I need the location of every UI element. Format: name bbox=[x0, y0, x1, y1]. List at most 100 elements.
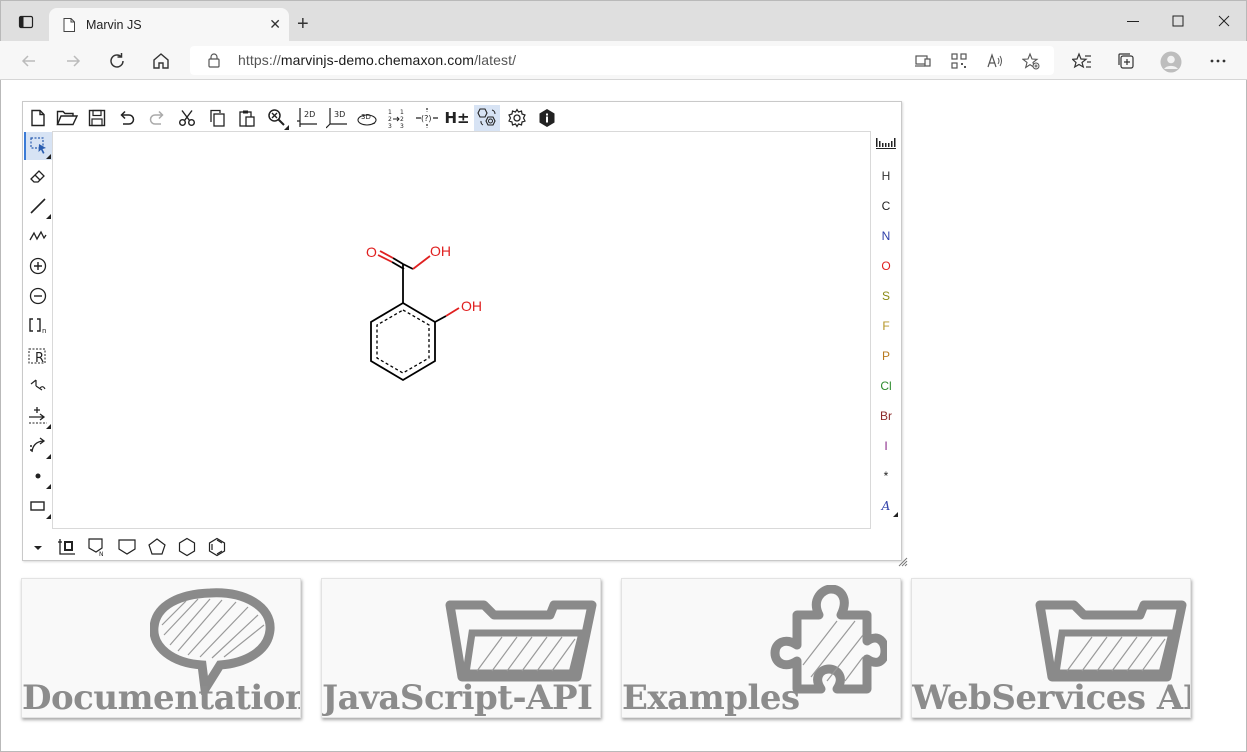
increase-charge-icon[interactable] bbox=[24, 252, 52, 280]
element-button[interactable]: A bbox=[871, 492, 901, 520]
folder-icon bbox=[1035, 600, 1187, 682]
rectangle-shape-icon[interactable] bbox=[24, 492, 52, 520]
svg-text:3D: 3D bbox=[361, 113, 371, 121]
rectangle-select-icon[interactable] bbox=[24, 132, 52, 160]
undo-icon[interactable] bbox=[114, 105, 140, 131]
atom-label-carbonyl-o: O bbox=[366, 244, 377, 260]
benzene-template-icon[interactable] bbox=[204, 534, 230, 560]
card-label[interactable]: Examples bbox=[622, 678, 800, 717]
home-icon[interactable] bbox=[150, 50, 172, 72]
element-button[interactable]: O bbox=[871, 252, 901, 280]
aromatize-icon[interactable] bbox=[474, 105, 500, 131]
atom-dot-icon[interactable] bbox=[24, 462, 52, 490]
new-tab-button[interactable]: + bbox=[297, 13, 309, 36]
copy-icon[interactable] bbox=[204, 105, 230, 131]
redo-icon[interactable] bbox=[144, 105, 170, 131]
about-info-icon[interactable] bbox=[534, 105, 560, 131]
examples-card[interactable]: Examples bbox=[621, 578, 901, 718]
documentation-card[interactable]: Documentation bbox=[21, 578, 301, 718]
hydroxyl-group bbox=[434, 307, 460, 323]
atom-mapping-icon[interactable]: 112233 bbox=[384, 105, 410, 131]
close-window-icon[interactable] bbox=[1214, 11, 1234, 31]
element-button[interactable]: H bbox=[871, 162, 901, 190]
element-button[interactable]: S bbox=[871, 282, 901, 310]
page-icon bbox=[63, 18, 75, 37]
cut-icon[interactable] bbox=[174, 105, 200, 131]
forward-icon[interactable] bbox=[62, 50, 84, 72]
refresh-icon[interactable] bbox=[106, 50, 128, 72]
settings-icon[interactable] bbox=[504, 105, 530, 131]
element-button[interactable]: * bbox=[871, 462, 901, 490]
3d-view-icon[interactable]: 3D bbox=[354, 105, 380, 131]
card-label[interactable]: Documentation bbox=[22, 678, 300, 717]
clean-3d-icon[interactable]: 3D bbox=[324, 105, 350, 131]
read-aloud-icon[interactable] bbox=[986, 52, 1004, 70]
close-tab-icon[interactable]: ✕ bbox=[269, 16, 281, 33]
decrease-charge-icon[interactable] bbox=[24, 282, 52, 310]
cyclopentane-icon[interactable] bbox=[144, 534, 170, 560]
element-button[interactable]: I bbox=[871, 432, 901, 460]
javascript-api-card[interactable]: JavaScript-API bbox=[321, 578, 601, 718]
tab-actions-icon[interactable] bbox=[12, 8, 40, 36]
electron-flow-icon[interactable] bbox=[24, 432, 52, 460]
single-bond-icon[interactable] bbox=[24, 192, 52, 220]
more-menu-icon[interactable] bbox=[1208, 51, 1228, 71]
svg-text:3: 3 bbox=[388, 123, 392, 129]
eraser-icon[interactable] bbox=[24, 162, 52, 190]
element-button[interactable]: C bbox=[871, 192, 901, 220]
molecule-structure[interactable]: O OH OH bbox=[53, 132, 870, 528]
clean-2d-icon[interactable]: 2D bbox=[294, 105, 320, 131]
back-icon[interactable] bbox=[18, 50, 40, 72]
element-button[interactable]: Br bbox=[871, 402, 901, 430]
attachment-point-icon[interactable] bbox=[24, 372, 52, 400]
resize-grip-icon[interactable] bbox=[898, 557, 908, 567]
template-library-icon[interactable] bbox=[54, 534, 80, 560]
browser-tab[interactable]: Marvin JS ✕ bbox=[49, 8, 289, 42]
favorites-icon[interactable] bbox=[1071, 51, 1092, 71]
add-favorite-icon[interactable] bbox=[1021, 52, 1040, 70]
svg-text:2D: 2D bbox=[304, 110, 315, 119]
sgroup-bracket-icon[interactable]: n bbox=[24, 312, 52, 340]
url-text[interactable]: https://marvinjs-demo.chemaxon.com/lates… bbox=[238, 52, 516, 68]
collections-icon[interactable] bbox=[1116, 51, 1136, 71]
reaction-arrow-icon[interactable] bbox=[24, 402, 52, 430]
amino-template-icon[interactable]: N bbox=[84, 534, 110, 560]
new-document-icon[interactable] bbox=[25, 105, 51, 131]
app-available-icon[interactable] bbox=[914, 52, 932, 70]
cyclohexane-icon[interactable] bbox=[174, 534, 200, 560]
element-button[interactable]: N bbox=[871, 222, 901, 250]
browser-titlebar: Marvin JS ✕ + bbox=[0, 0, 1247, 42]
chain-icon[interactable] bbox=[24, 222, 52, 250]
paste-icon[interactable] bbox=[234, 105, 260, 131]
card-label[interactable]: JavaScript-API bbox=[322, 678, 593, 717]
rgroup-icon[interactable]: R bbox=[24, 342, 52, 370]
qr-code-icon[interactable] bbox=[950, 52, 968, 70]
benzene-ring bbox=[370, 301, 436, 382]
periodic-table-icon[interactable] bbox=[871, 132, 901, 160]
open-folder-icon[interactable] bbox=[54, 105, 80, 131]
save-icon[interactable] bbox=[84, 105, 110, 131]
card-label[interactable]: WebServices API bbox=[912, 678, 1190, 717]
svg-text:R: R bbox=[35, 351, 44, 366]
svg-text:2: 2 bbox=[400, 116, 404, 123]
svg-text:1: 1 bbox=[388, 109, 392, 116]
template-expand-icon[interactable] bbox=[25, 534, 51, 560]
webservices-api-card[interactable]: WebServices API bbox=[911, 578, 1191, 718]
query-bond-icon[interactable]: (?) bbox=[414, 105, 440, 131]
minimize-icon[interactable] bbox=[1123, 11, 1143, 31]
element-button[interactable]: P bbox=[871, 342, 901, 370]
hydrogen-toggle-icon[interactable]: H± bbox=[444, 105, 470, 131]
square-template-icon[interactable] bbox=[114, 534, 140, 560]
marvin-editor: 2D 3D 3D 112233 (?) H± n R O OH OH N H C… bbox=[22, 101, 902, 561]
element-button[interactable]: Cl bbox=[871, 372, 901, 400]
drawing-canvas[interactable]: O OH OH bbox=[52, 131, 871, 529]
zoom-icon[interactable] bbox=[264, 105, 290, 131]
element-button[interactable]: F bbox=[871, 312, 901, 340]
profile-avatar[interactable] bbox=[1160, 51, 1182, 73]
address-bar[interactable]: https://marvinjs-demo.chemaxon.com/lates… bbox=[190, 46, 1054, 75]
folder-icon bbox=[445, 600, 597, 682]
tab-title: Marvin JS bbox=[86, 18, 142, 32]
maximize-icon[interactable] bbox=[1168, 11, 1188, 31]
lock-icon[interactable] bbox=[208, 53, 220, 73]
svg-text:3: 3 bbox=[400, 123, 404, 129]
